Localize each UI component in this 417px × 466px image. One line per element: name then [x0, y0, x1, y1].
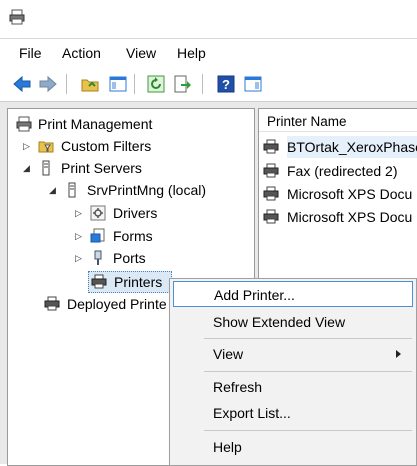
menu-bar: File Action View Help: [0, 39, 417, 67]
tree-item-label: Forms: [113, 228, 153, 244]
menu-file[interactable]: File: [19, 45, 42, 61]
expand-icon[interactable]: ▷: [74, 203, 83, 223]
tree-item-label: Print Servers: [61, 160, 142, 176]
toolbar-separator: [134, 74, 135, 94]
refresh-icon[interactable]: [146, 74, 166, 94]
tree-item-label: Ports: [113, 250, 146, 266]
context-menu: Add Printer... Show Extended View View R…: [169, 278, 417, 466]
menu-item-label: Show Extended View: [213, 314, 346, 330]
tree-item-label: Print Management: [38, 116, 153, 132]
printer-name: Fax (redirected 2): [287, 163, 398, 179]
menu-item-label: Add Printer...: [214, 287, 295, 303]
tree-item-label: Deployed Printe: [67, 296, 167, 312]
menu-help[interactable]: Help: [177, 45, 206, 61]
list-header[interactable]: Printer Name: [259, 109, 417, 132]
server-icon: [68, 182, 76, 198]
menu-item-label: Help: [213, 439, 242, 455]
show-hide-action-pane-icon[interactable]: [243, 74, 263, 94]
help-icon[interactable]: ?: [216, 74, 236, 94]
collapse-icon[interactable]: ◢: [22, 158, 31, 178]
server-icon: [42, 160, 50, 176]
back-arrow-icon[interactable]: [12, 74, 32, 94]
printer-name: Microsoft XPS Docu: [287, 186, 413, 202]
port-icon: [94, 250, 102, 265]
tree-item-ports[interactable]: ▷ Ports: [74, 248, 224, 268]
menu-view[interactable]: View: [126, 45, 156, 61]
tree-item-server-local[interactable]: ◢ SrvPrintMng (local): [48, 180, 248, 200]
tree-item-label: Drivers: [113, 205, 158, 221]
tree-item-label: Custom Filters: [61, 138, 152, 154]
forward-arrow-icon[interactable]: [38, 74, 58, 94]
print-management-icon: [9, 9, 25, 25]
view-menu-item[interactable]: View: [173, 341, 413, 367]
fax-icon: [263, 163, 279, 178]
tree-item-printers[interactable]: Printers: [88, 271, 172, 293]
menu-action[interactable]: Action: [62, 45, 101, 61]
title-bar: [0, 0, 417, 39]
menu-separator: [204, 338, 412, 339]
add-printer-menu-item[interactable]: Add Printer...: [173, 281, 413, 307]
printer-icon: [91, 274, 107, 289]
printer-icon: [263, 186, 279, 201]
menu-separator: [204, 430, 412, 431]
driver-gear-icon: [90, 205, 106, 221]
menu-item-label: View: [213, 346, 244, 362]
filter-folder-icon: [38, 141, 54, 153]
tree-item-custom-filters[interactable]: ▷ Custom Filters: [22, 136, 222, 156]
printer-icon: [44, 296, 60, 311]
tree-item-print-management[interactable]: Print Management: [16, 114, 216, 134]
window-frame: File Action View Help ? Print Management…: [0, 0, 417, 466]
help-menu-item[interactable]: Help: [173, 434, 413, 460]
expand-icon[interactable]: ▷: [74, 248, 83, 268]
show-extended-view-menu-item[interactable]: Show Extended View: [173, 309, 413, 335]
toolbar-separator: [66, 74, 67, 94]
tree-item-drivers[interactable]: ▷ Drivers: [74, 203, 224, 223]
expand-icon[interactable]: ▷: [22, 136, 31, 156]
column-header-printer-name[interactable]: Printer Name: [267, 114, 347, 129]
expand-icon[interactable]: ▷: [74, 226, 83, 246]
menu-item-label: Refresh: [213, 379, 263, 395]
toolbar-separator: [202, 74, 203, 94]
tree-item-print-servers[interactable]: ◢ Print Servers: [22, 158, 222, 178]
export-list-menu-item[interactable]: Export List...: [173, 400, 413, 426]
show-hide-tree-icon[interactable]: [108, 74, 128, 94]
forms-icon: [90, 228, 105, 243]
toolbar: ?: [0, 67, 417, 102]
printer-name: Microsoft XPS Docu: [287, 209, 413, 225]
collapse-icon[interactable]: ◢: [48, 180, 57, 200]
printer-icon: [263, 139, 279, 154]
refresh-menu-item[interactable]: Refresh: [173, 374, 413, 400]
tree-item-label: Printers: [114, 274, 163, 290]
printer-icon: [263, 209, 279, 224]
tree-item-forms[interactable]: ▷ Forms: [74, 226, 224, 246]
submenu-arrow-icon: [396, 350, 401, 358]
print-management-icon: [16, 116, 32, 132]
tree-item-label: SrvPrintMng (local): [87, 182, 207, 198]
up-folder-icon[interactable]: [80, 74, 100, 94]
menu-item-label: Export List...: [213, 405, 291, 421]
printer-name: BTOrtak_XeroxPhase: [287, 136, 417, 158]
svg-text:?: ?: [222, 77, 230, 92]
menu-separator: [204, 371, 412, 372]
export-list-icon[interactable]: [172, 74, 192, 94]
